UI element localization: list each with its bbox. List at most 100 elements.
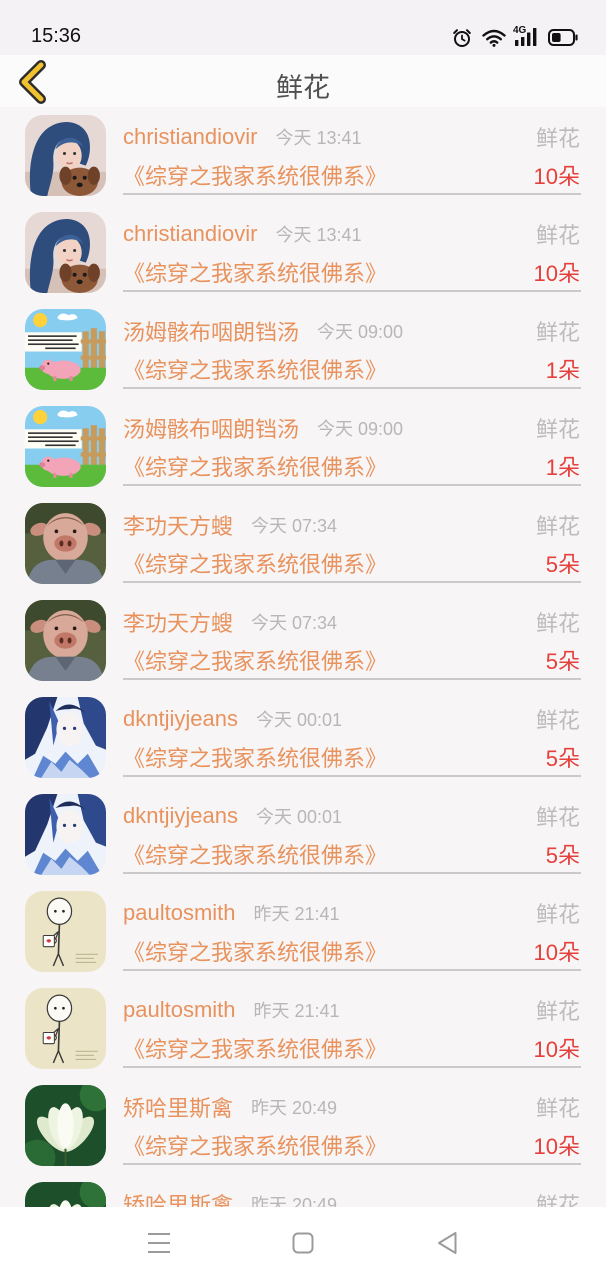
back-triangle-icon[interactable] [436,1231,458,1255]
sender-name[interactable]: dkntjiyjeans [123,803,238,829]
flower-gift-list[interactable]: christiandiovir 今天 13:41 鲜花 《综穿之我家系统很佛系》 10朵… [0,107,606,1207]
sender-name[interactable]: 汤姆骸布咽朗铛汤 [123,317,299,345]
avatar-lotus-flower [25,1085,106,1166]
gift-type-label: 鲜花 [535,126,580,151]
book-title-link[interactable]: 《综穿之我家系统很佛系》 [123,840,387,868]
gift-time: 今天 13:41 [275,128,362,148]
avatar[interactable] [25,600,106,681]
avatar[interactable] [25,503,106,584]
list-item[interactable]: christiandiovir 今天 13:41 鲜花《综穿之我家系统很佛系》 10朵 [0,110,606,207]
list-item[interactable]: paultosmith 昨天 21:41 鲜花 《综穿之我家系统很佛系》 10朵 [0,983,606,1080]
gift-amount: 5朵 [545,649,580,674]
gift-time: 今天 13:41 [275,225,362,245]
avatar[interactable] [25,1085,106,1166]
avatar-sketch-figure-with-cup [25,988,106,1069]
item-detail-line: 《综穿之我家系统很佛系》 5朵 [123,743,580,771]
sender-name[interactable]: 李功天方螋 [123,511,233,539]
status-time: 15:36 [31,25,82,47]
gift-amount: 10朵 [533,164,580,189]
item-detail-line: 《综穿之我家系统很佛系》 10朵 [123,258,580,286]
item-header-line: 李功天方螋 今天 07:34 鲜花 [123,511,580,539]
sender-name[interactable]: 矫哈里斯禽 [123,1190,233,1207]
sender-name[interactable]: paultosmith [123,997,236,1023]
gift-amount: 1朵 [545,455,580,480]
book-title-link[interactable]: 《综穿之我家系统很佛系》 [123,452,387,480]
book-title-link[interactable]: 《综穿之我家系统很佛系》 [123,258,387,286]
gift-type-label: 鲜花 [535,514,580,539]
book-title-link[interactable]: 《综穿之我家系统很佛系》 [123,355,387,383]
list-item[interactable]: 矫哈里斯禽 昨天 20:49 鲜花 [0,1177,606,1207]
gift-amount: 10朵 [533,261,580,286]
avatar-cartoon-pig-scene [25,406,106,487]
list-item[interactable]: 李功天方螋 今天 07:34 鲜花 《综穿之我家系统很佛系》 5朵 [0,498,606,595]
gift-time: 今天 07:34 [251,613,338,633]
list-item[interactable]: 汤姆骸布咽朗铛汤 今天 09:00 鲜花 《综穿之我家系统很佛系》 1朵 [0,401,606,498]
item-header-line: dkntjiyjeans 今天 00:01 鲜花 [123,705,580,733]
row-divider [123,1066,581,1068]
avatar[interactable] [25,988,106,1069]
gift-time: 今天 09:00 [317,419,404,439]
sender-name[interactable]: christiandiovir [123,124,258,150]
gift-amount: 10朵 [533,1134,580,1159]
gift-time: 昨天 21:41 [253,904,340,924]
list-item[interactable]: christiandiovir 今天 13:41 鲜花《综穿之我家系统很佛系》 10朵 [0,207,606,304]
item-header-line: 矫哈里斯禽 昨天 20:49 鲜花 [123,1093,580,1121]
sender-name[interactable]: 矫哈里斯禽 [123,1093,233,1121]
avatar[interactable] [25,115,106,196]
book-title-link[interactable]: 《综穿之我家系统很佛系》 [123,743,387,771]
gift-type-label: 鲜花 [535,223,580,248]
book-title-link[interactable]: 《综穿之我家系统很佛系》 [123,937,387,965]
page-title: 鲜花 [276,73,330,103]
gift-time: 昨天 20:49 [251,1195,338,1207]
avatar[interactable] [25,212,106,293]
book-title-link[interactable]: 《综穿之我家系统很佛系》 [123,646,387,674]
item-detail-line: 《综穿之我家系统很佛系》 5朵 [123,646,580,674]
sender-name[interactable]: christiandiovir [123,221,258,247]
avatar-blue-hair-girl-with-dog [25,212,106,293]
avatar[interactable] [25,309,106,390]
book-title-link[interactable]: 《综穿之我家系统很佛系》 [123,161,387,189]
gift-amount: 5朵 [545,843,580,868]
avatar-man-pig-face [25,503,106,584]
avatar[interactable] [25,891,106,972]
row-divider [123,193,581,195]
sender-name[interactable]: paultosmith [123,900,236,926]
item-detail-line: 《综穿之我家系统很佛系》 5朵 [123,840,580,868]
menu-icon[interactable] [147,1232,171,1254]
item-header-line: paultosmith 昨天 21:41 鲜花 [123,996,580,1024]
row-divider [123,969,581,971]
avatar[interactable] [25,697,106,778]
list-item[interactable]: dkntjiyjeans 今天 00:01 鲜花 《综穿之我家系统很佛系》 5朵 [0,692,606,789]
book-title-link[interactable]: 《综穿之我家系统很佛系》 [123,1034,387,1062]
item-header-line: 汤姆骸布咽朗铛汤 今天 09:00 鲜花 [123,317,580,345]
avatar[interactable] [25,406,106,487]
gift-time: 今天 09:00 [317,322,404,342]
list-item[interactable]: dkntjiyjeans 今天 00:01 鲜花 《综穿之我家系统很佛系》 5朵 [0,789,606,886]
book-title-link[interactable]: 《综穿之我家系统很佛系》 [123,1131,387,1159]
book-title-link[interactable]: 《综穿之我家系统很佛系》 [123,549,387,577]
item-header-line: christiandiovir 今天 13:41 鲜花 [123,123,580,151]
list-item[interactable]: paultosmith 昨天 21:41 鲜花 《综穿之我家系统很佛系》 10朵 [0,886,606,983]
avatar[interactable] [25,794,106,875]
item-header-line: christiandiovir 今天 13:41 鲜花 [123,220,580,248]
item-detail-line: 《综穿之我家系统很佛系》 10朵 [123,1034,580,1062]
avatar-man-pig-face [25,600,106,681]
avatar[interactable] [25,1182,106,1207]
avatar-lotus-flower [25,1182,106,1207]
list-item[interactable]: 汤姆骸布咽朗铛汤 今天 09:00 鲜花 《综穿之我家系统很佛系》 1朵 [0,304,606,401]
gift-type-label: 鲜花 [535,320,580,345]
row-divider [123,387,581,389]
row-divider [123,1163,581,1165]
avatar-blue-hair-girl-with-dog [25,115,106,196]
sender-name[interactable]: 汤姆骸布咽朗铛汤 [123,414,299,442]
gift-amount: 5朵 [545,552,580,577]
home-square-icon[interactable] [292,1232,314,1254]
list-item[interactable]: 矫哈里斯禽 昨天 20:49 鲜花 《综穿之我家系统很佛系》 10朵 [0,1080,606,1177]
list-item[interactable]: 李功天方螋 今天 07:34 鲜花 《综穿之我家系统很佛系》 5朵 [0,595,606,692]
sender-name[interactable]: dkntjiyjeans [123,706,238,732]
sender-name[interactable]: 李功天方螋 [123,608,233,636]
wifi-icon [482,29,506,47]
header: 鲜花 [0,55,606,107]
avatar-anime-character [25,697,106,778]
alarm-icon [453,29,471,47]
